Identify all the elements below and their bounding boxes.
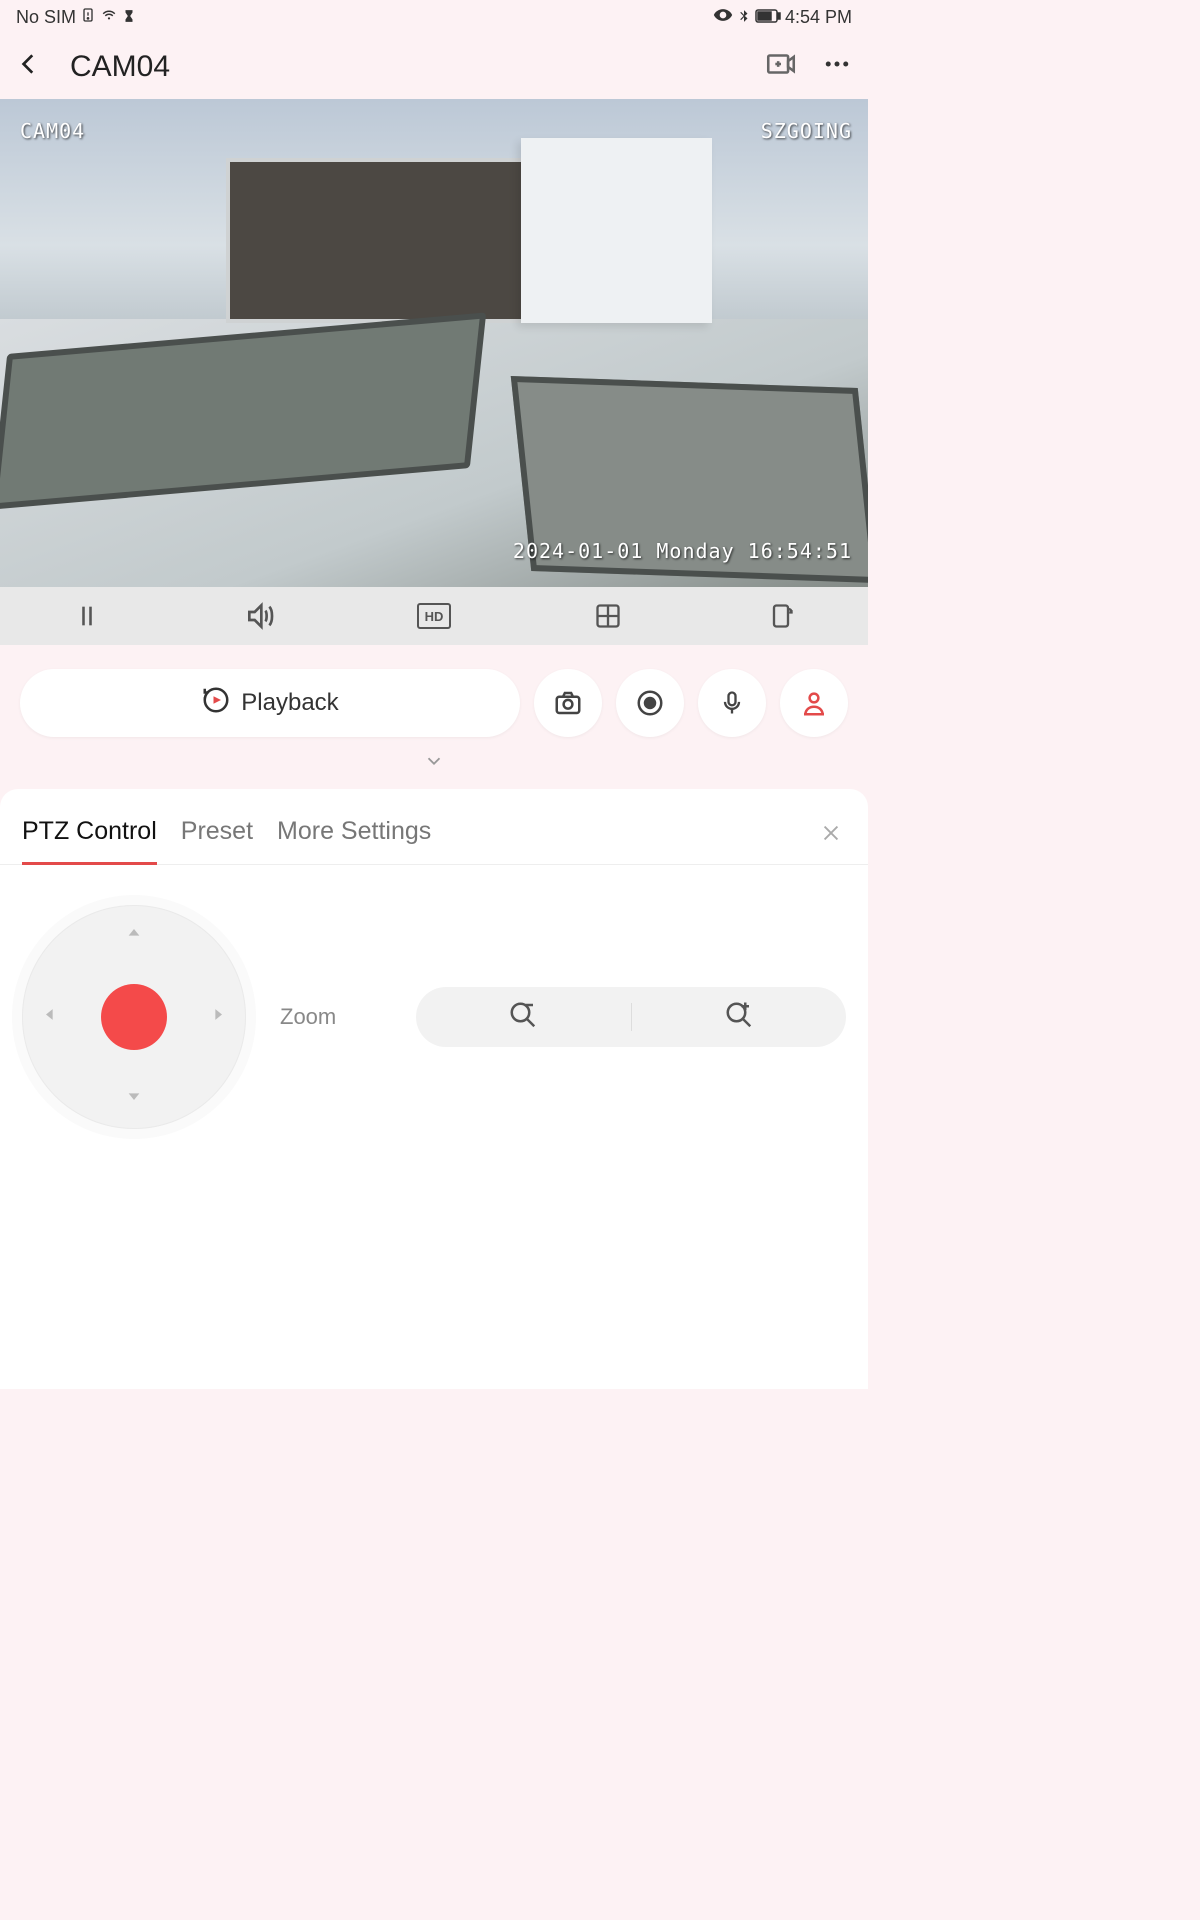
eye-icon [713, 5, 733, 30]
zoom-out-button[interactable] [416, 1000, 631, 1035]
add-camera-button[interactable] [764, 47, 798, 86]
ptz-left-icon[interactable] [42, 1007, 58, 1028]
sim-alert-icon [80, 7, 96, 28]
ptz-direction-pad[interactable] [22, 905, 246, 1129]
bluetooth-icon [737, 7, 751, 28]
close-icon [820, 820, 842, 850]
hourglass-icon [122, 7, 136, 28]
zoom-in-button[interactable] [632, 1000, 847, 1035]
back-button[interactable] [16, 51, 42, 82]
app-bar: CAM04 [0, 34, 868, 99]
zoom-control [416, 987, 846, 1047]
svg-text:HD: HD [425, 609, 444, 624]
playback-label: Playback [241, 689, 338, 717]
osd-camera-label: CAM04 [20, 119, 85, 143]
video-toolbar: HD [0, 587, 868, 645]
status-time: 4:54 PM [785, 7, 852, 28]
tab-preset[interactable]: Preset [181, 807, 253, 864]
mic-button[interactable] [698, 669, 766, 737]
ptz-tabs: PTZ Control Preset More Settings [0, 789, 868, 865]
battery-icon [755, 7, 781, 28]
tab-ptz-control[interactable]: PTZ Control [22, 807, 157, 864]
record-button[interactable] [616, 669, 684, 737]
playback-icon [201, 685, 231, 722]
osd-brand-label: SZGOING [761, 119, 852, 143]
expand-toggle[interactable] [0, 745, 868, 781]
person-detect-button[interactable] [780, 669, 848, 737]
close-panel-button[interactable] [816, 816, 846, 855]
ptz-up-icon[interactable] [126, 925, 142, 946]
page-title: CAM04 [70, 50, 764, 84]
video-feed[interactable]: CAM04 SZGOING 2024-01-01 Monday 16:54:51 [0, 99, 868, 587]
chevron-down-icon [423, 750, 445, 777]
multiview-button[interactable] [581, 589, 635, 643]
zoom-out-icon [508, 1000, 538, 1035]
ptz-right-icon[interactable] [210, 1007, 226, 1028]
status-bar: No SIM 4:54 PM [0, 0, 868, 34]
ptz-down-icon[interactable] [126, 1088, 142, 1109]
quick-actions: Playback [0, 645, 868, 745]
snapshot-button[interactable] [534, 669, 602, 737]
zoom-label: Zoom [280, 1004, 336, 1030]
zoom-in-icon [724, 1000, 754, 1035]
osd-timestamp: 2024-01-01 Monday 16:54:51 [513, 539, 852, 563]
wifi-icon [100, 6, 118, 29]
pause-button[interactable] [60, 589, 114, 643]
sim-status-text: No SIM [16, 7, 76, 28]
more-button[interactable] [822, 49, 852, 84]
ptz-panel: PTZ Control Preset More Settings Zoom [0, 789, 868, 1389]
rotate-device-button[interactable] [754, 589, 808, 643]
playback-button[interactable]: Playback [20, 669, 520, 737]
quality-button[interactable]: HD [407, 589, 461, 643]
sound-button[interactable] [233, 589, 287, 643]
tab-more-settings[interactable]: More Settings [277, 807, 431, 864]
ptz-joystick[interactable] [101, 984, 167, 1050]
